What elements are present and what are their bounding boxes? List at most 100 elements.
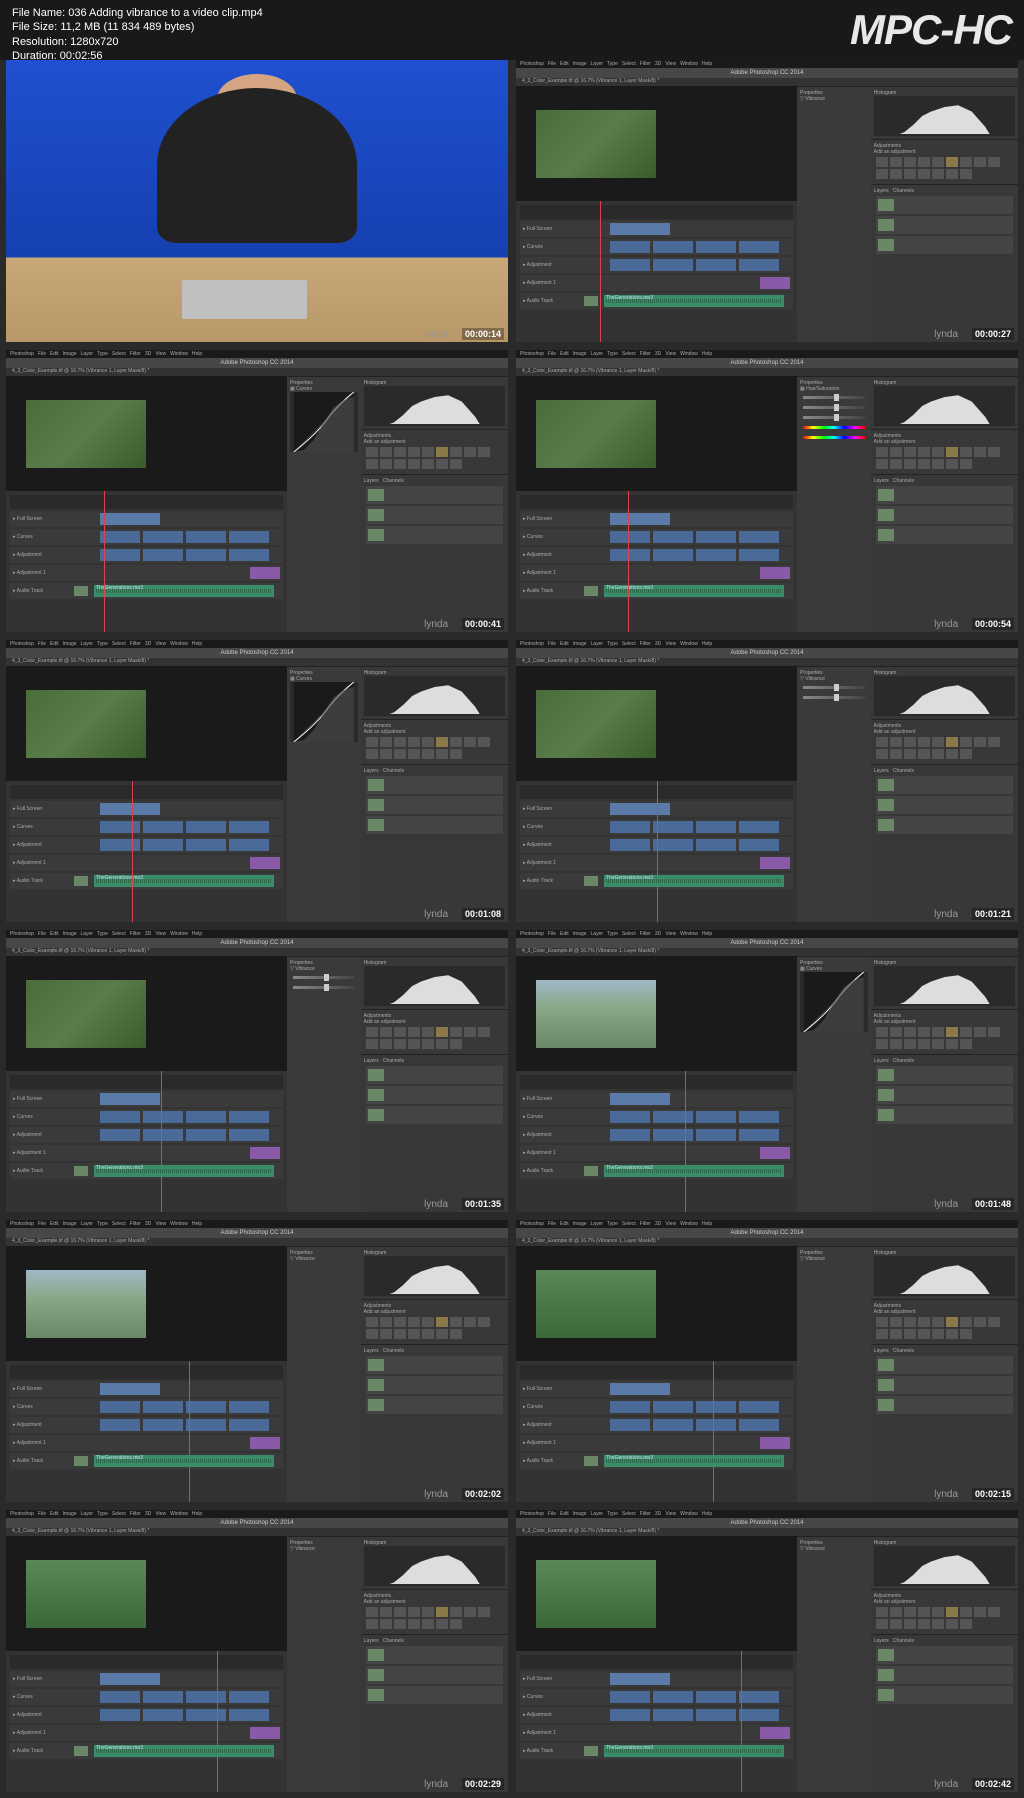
layer-row[interactable]: [876, 506, 1013, 524]
app-menubar[interactable]: PhotoshopFileEditImageLayerTypeSelectFil…: [516, 930, 1018, 938]
adjustment-icon[interactable]: [988, 737, 1000, 747]
timeline-track[interactable]: ▸ Audio TrackTheGenerations.mp3: [10, 583, 283, 599]
adjustment-icon[interactable]: [904, 1607, 916, 1617]
menu-item[interactable]: Window: [170, 1511, 188, 1517]
document-tab[interactable]: 4_3_Color_Example.tif @ 16.7% (Vibrance …: [6, 1238, 508, 1246]
vibrance-icon[interactable]: [436, 1317, 448, 1327]
menu-item[interactable]: Filter: [130, 1511, 141, 1517]
menu-item[interactable]: 3D: [145, 1511, 151, 1517]
menu-item[interactable]: Image: [573, 61, 587, 67]
timeline-track[interactable]: ▸ Audio TrackTheGenerations.mp3: [10, 873, 283, 889]
layer-row[interactable]: [366, 1666, 503, 1684]
adjustment-presets[interactable]: [874, 1315, 1015, 1341]
timeline-track[interactable]: ▸ Adjustment 1: [10, 1725, 283, 1741]
adjustment-icon[interactable]: [394, 1317, 406, 1327]
menu-item[interactable]: 3D: [145, 931, 151, 937]
adjustment-icon[interactable]: [408, 1607, 420, 1617]
menu-item[interactable]: Edit: [50, 1511, 59, 1517]
adjustment-icon[interactable]: [366, 1329, 378, 1339]
adjustment-icon[interactable]: [876, 1027, 888, 1037]
canvas-viewport[interactable]: [6, 1536, 287, 1651]
thumbnail-2[interactable]: PhotoshopFileEditImageLayerTypeSelectFil…: [516, 60, 1018, 342]
canvas-viewport[interactable]: [516, 956, 797, 1071]
adjustment-icon[interactable]: [890, 447, 902, 457]
menu-item[interactable]: Image: [63, 641, 77, 647]
adjustment-icon[interactable]: [890, 1607, 902, 1617]
app-menubar[interactable]: PhotoshopFileEditImageLayerTypeSelectFil…: [6, 1220, 508, 1228]
adjustment-icon[interactable]: [408, 1039, 420, 1049]
adjustment-presets[interactable]: [874, 1025, 1015, 1051]
adjustment-icon[interactable]: [450, 1619, 462, 1629]
audio-clip[interactable]: TheGenerations.mp3: [604, 295, 784, 307]
adjustment-icon[interactable]: [890, 459, 902, 469]
playhead[interactable]: [600, 201, 601, 342]
menu-item[interactable]: Edit: [50, 641, 59, 647]
layer-row[interactable]: [876, 526, 1013, 544]
adjustment-icon[interactable]: [904, 169, 916, 179]
adjustment-icon[interactable]: [918, 737, 930, 747]
canvas-viewport[interactable]: [6, 1246, 287, 1361]
vibrance-icon[interactable]: [946, 1027, 958, 1037]
menu-item[interactable]: Edit: [50, 351, 59, 357]
adjustment-icon[interactable]: [960, 157, 972, 167]
adjustment-icon[interactable]: [904, 737, 916, 747]
timeline-panel[interactable]: ▸ Full Screen▸ Curves▸ Adjustment▸ Adjus…: [516, 201, 797, 342]
adjustment-icon[interactable]: [380, 749, 392, 759]
adjustment-icon[interactable]: [450, 1317, 462, 1327]
adjustment-icon[interactable]: [932, 169, 944, 179]
adjustment-icon[interactable]: [394, 749, 406, 759]
timeline-track[interactable]: ▸ Full Screen: [10, 511, 283, 527]
menu-item[interactable]: 3D: [145, 641, 151, 647]
adjustment-icon[interactable]: [988, 157, 1000, 167]
adjustment-icon[interactable]: [890, 737, 902, 747]
thumbnail-11[interactable]: PhotoshopFileEditImageLayerTypeSelectFil…: [6, 1510, 508, 1792]
adjustment-icon[interactable]: [450, 447, 462, 457]
menu-item[interactable]: Type: [97, 641, 108, 647]
audio-clip[interactable]: TheGenerations.mp3: [94, 585, 274, 597]
adjustment-icon[interactable]: [464, 1607, 476, 1617]
menu-item[interactable]: File: [548, 1511, 556, 1517]
playhead[interactable]: [657, 781, 658, 922]
menu-item[interactable]: Select: [622, 351, 636, 357]
timeline-track[interactable]: ▸ Adjustment: [10, 1707, 283, 1723]
timeline-track[interactable]: ▸ Curves: [10, 1399, 283, 1415]
adjustment-presets[interactable]: [364, 1025, 505, 1051]
timeline-track[interactable]: ▸ Adjustment 1: [10, 1435, 283, 1451]
menu-item[interactable]: Image: [63, 1221, 77, 1227]
vibrance-icon[interactable]: [946, 737, 958, 747]
document-tab[interactable]: 4_3_Color_Example.tif @ 16.7% (Vibrance …: [516, 1238, 1018, 1246]
timeline-track[interactable]: ▸ Adjustment: [10, 1417, 283, 1433]
menu-item[interactable]: Image: [573, 641, 587, 647]
menu-item[interactable]: Help: [702, 931, 712, 937]
adjustment-icon[interactable]: [464, 1317, 476, 1327]
adjustment-icon[interactable]: [974, 1607, 986, 1617]
adjustment-icon[interactable]: [422, 1329, 434, 1339]
playhead[interactable]: [161, 1071, 162, 1212]
document-tab[interactable]: 4_3_Color_Example.tif @ 16.7% (Vibrance …: [516, 948, 1018, 956]
layer-row[interactable]: [876, 816, 1013, 834]
menu-item[interactable]: View: [665, 1221, 676, 1227]
timeline-track[interactable]: ▸ Adjustment 1: [520, 1435, 793, 1451]
adjustment-icon[interactable]: [876, 749, 888, 759]
document-tab[interactable]: 4_3_Color_Example.tif @ 16.7% (Vibrance …: [516, 368, 1018, 376]
adjustment-icon[interactable]: [450, 459, 462, 469]
document-tab[interactable]: 4_3_Color_Example.tif @ 16.7% (Vibrance …: [516, 658, 1018, 666]
adjustment-icon[interactable]: [436, 1039, 448, 1049]
menu-item[interactable]: Layer: [81, 1511, 94, 1517]
menu-item[interactable]: Window: [680, 641, 698, 647]
thumbnail-10[interactable]: PhotoshopFileEditImageLayerTypeSelectFil…: [516, 1220, 1018, 1502]
layer-row[interactable]: [876, 236, 1013, 254]
adjustment-icon[interactable]: [394, 737, 406, 747]
adjustment-icon[interactable]: [876, 169, 888, 179]
menu-item[interactable]: Help: [702, 1221, 712, 1227]
timeline-track[interactable]: ▸ Full Screen: [520, 1671, 793, 1687]
adjustment-icon[interactable]: [918, 1329, 930, 1339]
menu-item[interactable]: Select: [112, 1511, 126, 1517]
layer-row[interactable]: [876, 1356, 1013, 1374]
adjustment-icon[interactable]: [366, 1039, 378, 1049]
timeline-track[interactable]: ▸ Curves: [10, 819, 283, 835]
timeline-panel[interactable]: ▸ Full Screen▸ Curves▸ Adjustment▸ Adjus…: [516, 781, 797, 922]
menu-item[interactable]: Layer: [591, 931, 604, 937]
layer-row[interactable]: [366, 506, 503, 524]
adjustment-icon[interactable]: [904, 1317, 916, 1327]
